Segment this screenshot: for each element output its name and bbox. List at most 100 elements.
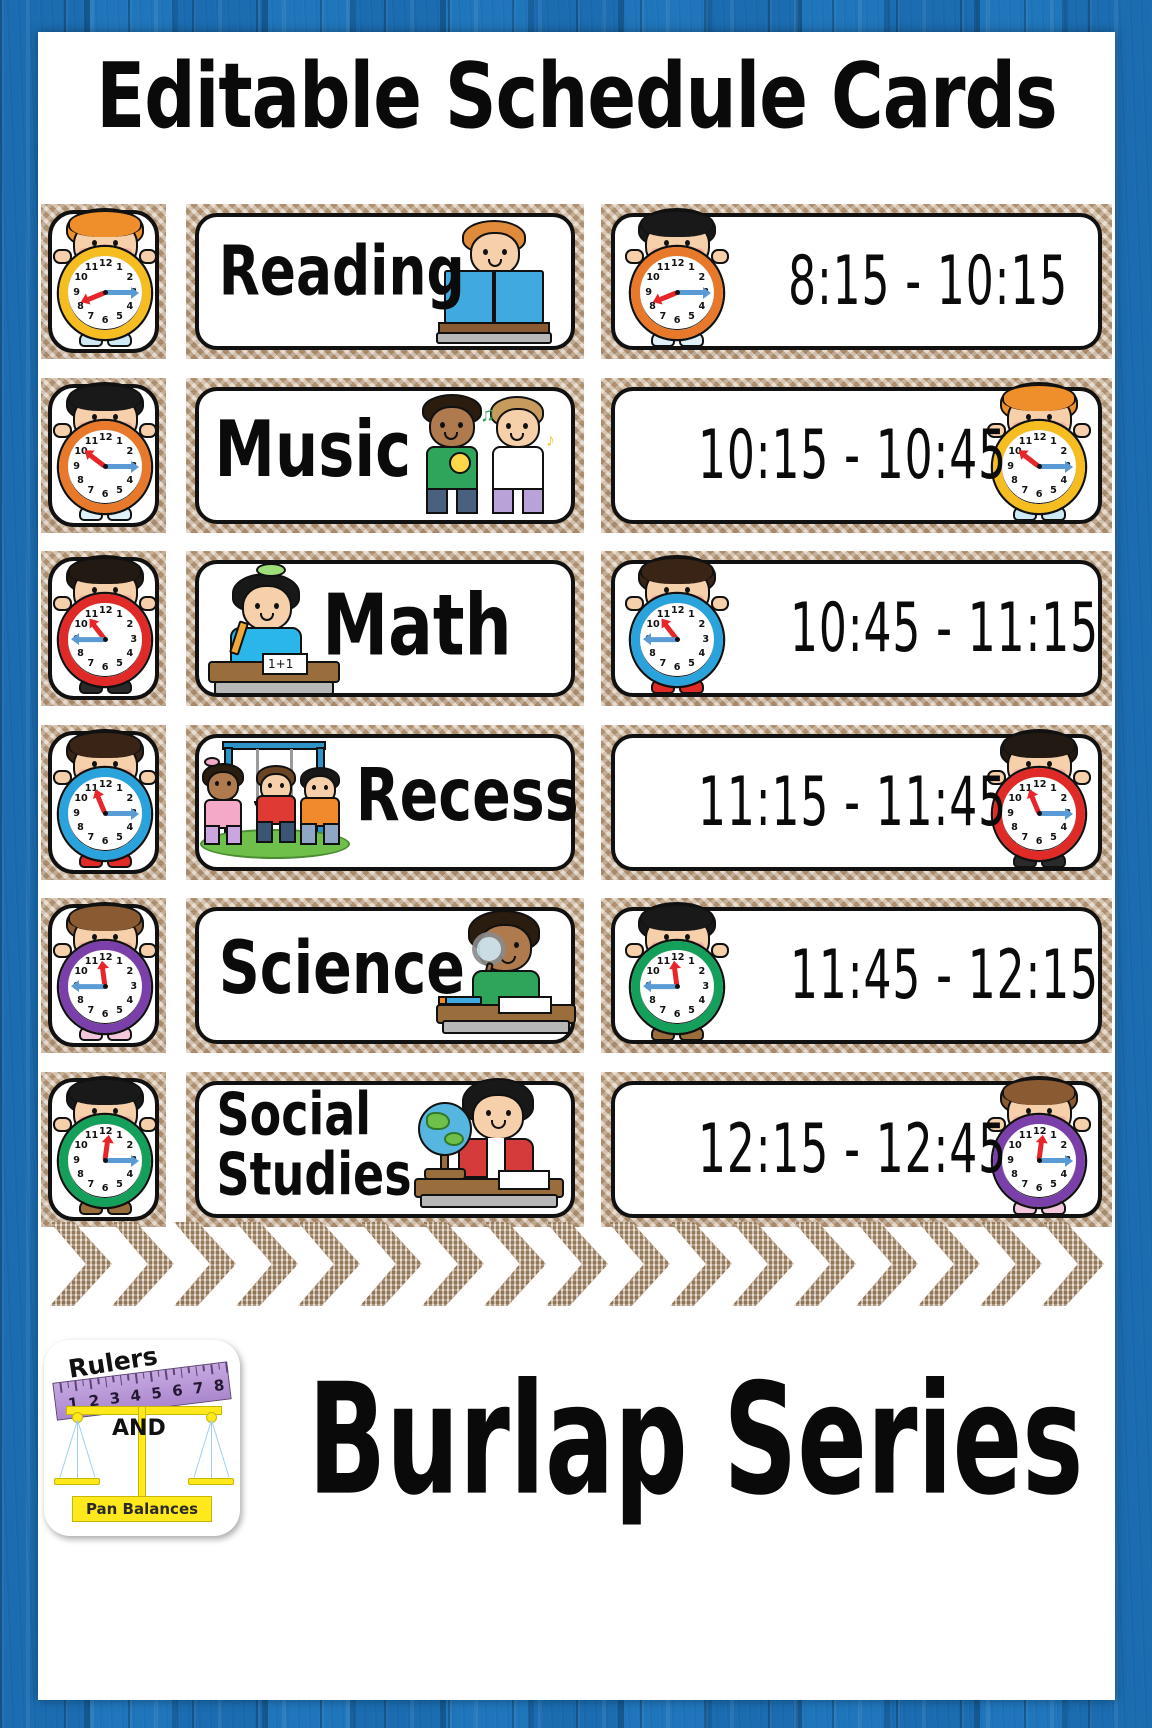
arm-right bbox=[138, 422, 158, 439]
clock-number: 1 bbox=[688, 261, 695, 273]
clock-number: 7 bbox=[87, 311, 95, 323]
subject-label: Math bbox=[322, 575, 512, 675]
time-label: 11:15 - 11:45 bbox=[698, 762, 1007, 842]
clock-pivot bbox=[102, 290, 108, 296]
clock-pivot bbox=[674, 290, 680, 296]
arm-left bbox=[53, 942, 72, 959]
clock-card[interactable]: 121234567891011 bbox=[41, 551, 166, 706]
time-card[interactable]: 12123456789101111:45 - 12:15 bbox=[601, 898, 1112, 1053]
clock-card[interactable]: 121234567891011 bbox=[41, 1072, 166, 1227]
clock-number: 5 bbox=[116, 1005, 123, 1017]
ruler-tick bbox=[202, 1365, 205, 1372]
ruler-tick bbox=[225, 1362, 229, 1373]
arm-right bbox=[710, 595, 730, 612]
subject-card-math[interactable]: 1+1 Math bbox=[186, 551, 584, 706]
hair-top bbox=[68, 384, 142, 411]
ruler-tick bbox=[112, 1376, 115, 1383]
clock-card[interactable]: 121234567891011 bbox=[41, 725, 166, 880]
arm-right bbox=[710, 942, 730, 959]
hair-top bbox=[640, 557, 714, 584]
minute-hand bbox=[78, 637, 106, 643]
schedule-row: 121234567891011 Social Studies bbox=[38, 1072, 1115, 1227]
ruler-tick bbox=[157, 1370, 160, 1377]
minute-hand bbox=[1039, 460, 1074, 473]
clock-pivot bbox=[674, 984, 680, 990]
clock-number: 9 bbox=[73, 460, 80, 472]
time-card[interactable]: 12123456789101110:15 - 10:45 bbox=[601, 378, 1112, 533]
arm-right bbox=[138, 248, 158, 265]
time-label: 8:15 - 10:15 bbox=[788, 241, 1069, 321]
clock-number: 4 bbox=[698, 994, 706, 1006]
schedule-row: 121234567891011 1+1 Math 121234567891011… bbox=[38, 551, 1115, 706]
chevron-arrow bbox=[174, 1222, 236, 1306]
clock-number: 4 bbox=[1060, 821, 1068, 833]
ruler-tick bbox=[127, 1374, 130, 1381]
clock-number: 7 bbox=[87, 658, 95, 670]
clock-number: 11 bbox=[1018, 1129, 1033, 1141]
clock-card[interactable]: 121234567891011 bbox=[41, 204, 166, 359]
balance-pan-right bbox=[188, 1478, 234, 1485]
subject-card-music[interactable]: ♫ ♪ Music bbox=[186, 378, 584, 533]
ruler-tick bbox=[149, 1371, 153, 1382]
clock-card[interactable]: 121234567891011 bbox=[41, 378, 166, 533]
clock-number: 5 bbox=[688, 658, 695, 670]
clock-pivot bbox=[1036, 811, 1042, 817]
chevron-arrow bbox=[918, 1222, 980, 1306]
clock-number: 1 bbox=[1050, 1129, 1057, 1141]
clock-number: 7 bbox=[1021, 1179, 1029, 1191]
clock-number: 4 bbox=[126, 1168, 134, 1180]
subject-card-social-studies[interactable]: Social Studies bbox=[186, 1072, 584, 1227]
clock-number: 5 bbox=[116, 658, 123, 670]
minute-hand bbox=[650, 984, 678, 990]
subject-card-recess[interactable]: Recess bbox=[186, 725, 584, 880]
series-title: Burlap Series bbox=[308, 1352, 1084, 1530]
eye-left bbox=[663, 586, 669, 593]
hair-top bbox=[1002, 1078, 1076, 1105]
eye-left bbox=[91, 933, 97, 940]
arm-right bbox=[138, 942, 158, 959]
clock-card[interactable]: 121234567891011 bbox=[41, 898, 166, 1053]
clock-number: 1 bbox=[1050, 435, 1057, 447]
minute-hand bbox=[105, 460, 140, 473]
clock-number: 4 bbox=[698, 300, 706, 312]
balance-pan-left bbox=[54, 1478, 100, 1485]
clock-number: 7 bbox=[1021, 485, 1029, 497]
clock-number: 7 bbox=[1021, 832, 1029, 844]
arm-left bbox=[53, 422, 72, 439]
ruler-number: 5 bbox=[150, 1383, 163, 1403]
clock-pivot bbox=[102, 984, 108, 990]
time-card[interactable]: 12123456789101112:15 - 12:45 bbox=[601, 1072, 1112, 1227]
ruler-tick bbox=[195, 1366, 198, 1377]
clock-number: 6 bbox=[101, 1009, 109, 1021]
clock-number: 8 bbox=[77, 474, 84, 486]
clock-number: 2 bbox=[126, 619, 134, 631]
ruler-tick bbox=[66, 1381, 70, 1389]
clock-number: 6 bbox=[1035, 1183, 1043, 1195]
clock-number: 1 bbox=[688, 608, 695, 620]
clock-number: 6 bbox=[1035, 489, 1043, 501]
minute-hand bbox=[1039, 807, 1074, 820]
arm-right bbox=[138, 769, 158, 786]
kids-on-swing-set-clipart bbox=[198, 733, 354, 865]
clock-number: 3 bbox=[702, 633, 710, 645]
kid-holding-clock: 121234567891011 bbox=[45, 380, 165, 533]
ruler-tick bbox=[187, 1367, 190, 1374]
brand-logo: 12345678 Rulers AND Pan Balances bbox=[44, 1340, 240, 1536]
clock-number: 12 bbox=[671, 605, 685, 617]
clock-number: 8 bbox=[649, 994, 656, 1006]
subject-card-science[interactable]: Science bbox=[186, 898, 584, 1053]
pan-string-r3 bbox=[211, 1420, 213, 1480]
time-card[interactable]: 12123456789101110:45 - 11:15 bbox=[601, 551, 1112, 706]
clock-number: 8 bbox=[77, 821, 84, 833]
clock-pivot bbox=[1036, 464, 1042, 470]
clock-number: 7 bbox=[659, 658, 667, 670]
clock-number: 4 bbox=[126, 474, 134, 486]
eye-left bbox=[663, 239, 669, 246]
clock-number: 2 bbox=[698, 619, 706, 631]
clock-number: 8 bbox=[1011, 1168, 1018, 1180]
kid-holding-clock: 121234567891011 bbox=[45, 553, 165, 706]
time-card[interactable]: 1212345678910118:15 - 10:15 bbox=[601, 204, 1112, 359]
time-card[interactable]: 12123456789101111:15 - 11:45 bbox=[601, 725, 1112, 880]
subject-card-reading[interactable]: Reading bbox=[186, 204, 584, 359]
arm-right bbox=[1072, 1116, 1092, 1133]
